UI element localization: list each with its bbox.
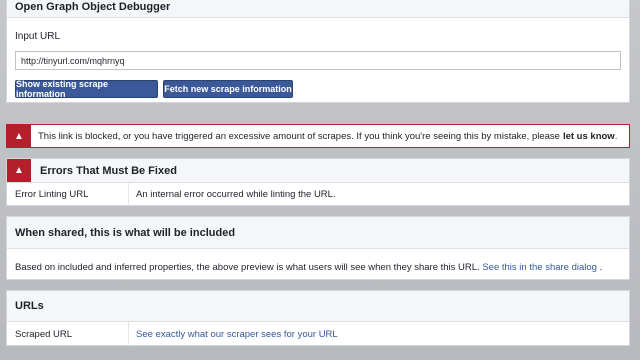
blocked-notice: ▲ This link is blocked, or you have trig… xyxy=(6,124,630,148)
url-input[interactable] xyxy=(15,51,621,70)
shared-description: Based on included and inferred propertie… xyxy=(15,262,602,273)
errors-panel: ▲ Errors That Must Be Fixed Error Lintin… xyxy=(6,158,630,206)
blocked-end: . xyxy=(614,130,618,142)
shared-panel: When shared, this is what will be includ… xyxy=(6,216,630,280)
fetch-new-scrape-label: Fetch new scrape information xyxy=(164,84,292,94)
scraped-url-label: Scraped URL xyxy=(15,329,73,340)
errors-title: Errors That Must Be Fixed xyxy=(40,164,177,177)
error-row-label: Error Linting URL xyxy=(15,189,89,200)
urls-panel: URLs Scraped URL See exactly what our sc… xyxy=(6,290,630,346)
show-existing-scrape-button[interactable]: Show existing scrape information xyxy=(15,79,158,99)
errors-header: ▲ Errors That Must Be Fixed xyxy=(7,159,629,183)
fetch-new-scrape-button[interactable]: Fetch new scrape information xyxy=(163,80,293,98)
warning-icon: ▲ xyxy=(7,159,31,182)
table-row: Error Linting URL An internal error occu… xyxy=(7,183,629,206)
column-divider xyxy=(128,322,129,346)
shared-end: . xyxy=(599,262,603,273)
show-existing-scrape-label: Show existing scrape information xyxy=(16,79,109,99)
urls-title: URLs xyxy=(15,300,44,312)
debugger-panel: Open Graph Object Debugger Input URL Sho… xyxy=(6,0,630,103)
scraper-view-link[interactable]: See exactly what our scraper sees for yo… xyxy=(136,329,338,340)
share-dialog-link[interactable]: See this in the share dialog xyxy=(482,262,597,273)
let-us-know-link[interactable]: let us know xyxy=(563,131,615,142)
blocked-text: This link is blocked, or you have trigge… xyxy=(38,130,560,142)
warning-icon: ▲ xyxy=(7,125,31,147)
shared-header: When shared, this is what will be includ… xyxy=(7,217,629,249)
page-title: Open Graph Object Debugger xyxy=(15,1,171,13)
error-row-value: An internal error occurred while linting… xyxy=(136,189,336,200)
urls-header: URLs xyxy=(7,291,629,322)
blocked-message: This link is blocked, or you have trigge… xyxy=(31,125,617,147)
input-url-label: Input URL xyxy=(15,31,61,42)
debugger-header: Open Graph Object Debugger xyxy=(7,0,629,18)
column-divider xyxy=(128,183,129,206)
table-row: Scraped URL See exactly what our scraper… xyxy=(7,322,629,346)
shared-title: When shared, this is what will be includ… xyxy=(15,226,236,239)
shared-text: Based on included and inferred propertie… xyxy=(15,262,483,273)
